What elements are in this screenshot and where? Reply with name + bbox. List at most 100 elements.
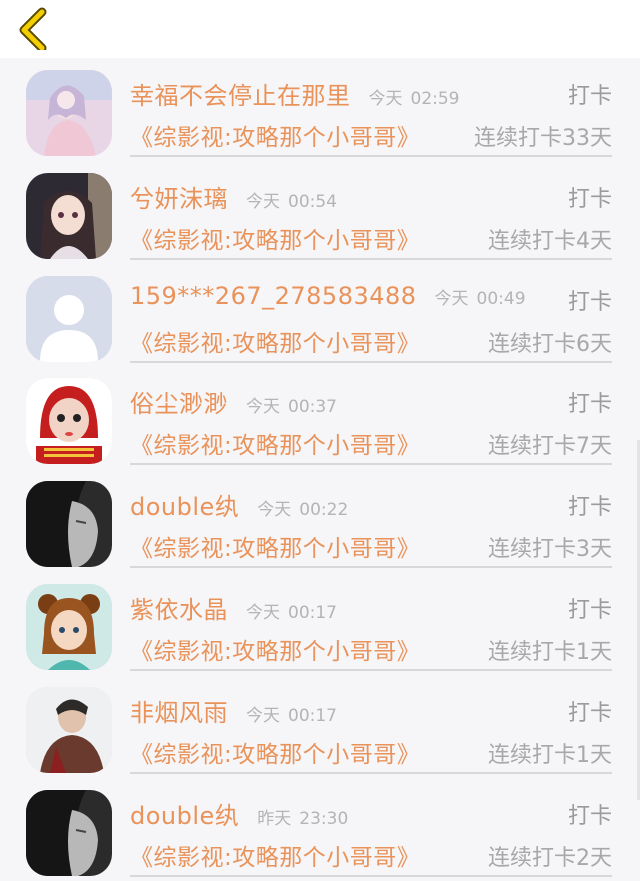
top-bar <box>0 0 640 58</box>
checkin-label: 打卡 <box>567 186 612 212</box>
name-line: 非烟风雨 今天 00:17 <box>130 693 337 729</box>
checkin-row[interactable]: double纨 昨天 23:30 打卡《综影视:攻略那个小哥哥》 连续打卡2天 <box>0 778 640 881</box>
timestamp: 今天 00:17 <box>246 701 337 726</box>
checkin-row[interactable]: 159***267_278583488 今天 00:49 打卡《综影视:攻略那个小哥哥… <box>0 264 640 367</box>
avatar[interactable] <box>26 378 112 465</box>
avatar-dark-portrait <box>26 789 112 876</box>
time-label: 00:22 <box>299 500 349 521</box>
avatar[interactable] <box>26 686 112 773</box>
streak-label: 连续打卡3天 <box>488 537 612 563</box>
time-label: 00:49 <box>476 288 526 309</box>
divider <box>130 771 612 774</box>
name-line: 紫依水晶 今天 00:17 <box>130 590 337 626</box>
user-name[interactable]: 俗尘渺渺 <box>130 384 228 419</box>
checkin-row[interactable]: 非烟风雨 今天 00:17 打卡《综影视:攻略那个小哥哥》 连续打卡1天 <box>0 675 640 778</box>
avatar[interactable] <box>26 789 112 876</box>
avatar[interactable] <box>26 481 112 568</box>
time-label: 00:37 <box>288 397 337 418</box>
avatar-girl-pink-dress <box>26 70 112 156</box>
day-label: 今天 <box>368 89 403 109</box>
checkin-label: 打卡 <box>567 700 612 726</box>
back-button[interactable] <box>14 6 54 53</box>
book-title-link[interactable]: 《综影视:攻略那个小哥哥》 <box>130 735 420 769</box>
divider <box>130 566 612 569</box>
name-line: 俗尘渺渺 今天 00:37 <box>130 384 337 420</box>
checkin-row[interactable]: 紫依水晶 今天 00:17 打卡《综影视:攻略那个小哥哥》 连续打卡1天 <box>0 572 640 675</box>
day-label: 今天 <box>246 397 280 418</box>
divider <box>130 155 612 157</box>
streak-label: 连续打卡6天 <box>488 331 612 357</box>
timestamp: 今天 00:49 <box>435 284 526 309</box>
user-name[interactable]: double纨 <box>130 796 239 831</box>
book-title-link[interactable]: 《综影视:攻略那个小哥哥》 <box>130 118 420 152</box>
streak-label: 连续打卡7天 <box>488 434 612 460</box>
checkin-label: 打卡 <box>567 495 612 521</box>
day-label: 今天 <box>434 288 469 309</box>
timestamp: 今天 00:17 <box>246 598 337 623</box>
avatar-man-jacket <box>26 686 112 773</box>
book-title-link[interactable]: 《综影视:攻略那个小哥哥》 <box>130 529 420 563</box>
time-label: 00:54 <box>288 191 337 212</box>
time-label: 00:17 <box>288 602 337 623</box>
default-user-icon <box>26 275 112 362</box>
name-line: double纨 今天 00:22 <box>130 487 348 523</box>
checkin-label: 打卡 <box>567 597 612 623</box>
book-title-link[interactable]: 《综影视:攻略那个小哥哥》 <box>130 838 420 872</box>
checkin-label: 打卡 <box>567 84 612 109</box>
timestamp: 今天 00:54 <box>246 187 337 212</box>
name-line: 兮妍沫璃 今天 00:54 <box>130 179 337 215</box>
timestamp: 昨天 23:30 <box>257 804 348 829</box>
user-name[interactable]: 紫依水晶 <box>130 590 228 625</box>
time-label: 23:30 <box>299 808 349 829</box>
day-label: 昨天 <box>257 808 292 829</box>
timestamp: 今天 02:59 <box>369 84 460 109</box>
avatar-anime-girl <box>26 172 112 259</box>
book-title-link[interactable]: 《综影视:攻略那个小哥哥》 <box>130 632 420 666</box>
user-name[interactable]: 幸福不会停止在那里 <box>130 76 351 111</box>
divider <box>130 874 612 877</box>
timestamp: 今天 00:22 <box>257 495 348 520</box>
user-name[interactable]: 兮妍沫璃 <box>130 179 228 214</box>
avatar[interactable] <box>26 172 112 259</box>
user-name[interactable]: double纨 <box>130 487 239 522</box>
name-line: double纨 昨天 23:30 <box>130 796 348 832</box>
checkin-list: 幸福不会停止在那里 今天 02:59 打卡 《综影视:攻略那个小哥哥》 连续打卡33天 兮妍… <box>0 58 640 880</box>
avatar-red-hood-girl <box>26 378 112 465</box>
checkin-label: 打卡 <box>567 289 612 315</box>
divider <box>130 360 612 363</box>
book-title-link[interactable]: 《综影视:攻略那个小哥哥》 <box>130 221 420 255</box>
checkin-row[interactable]: 幸福不会停止在那里 今天 02:59 打卡《综影视:攻略那个小哥哥》 连续打卡33天 <box>0 58 640 161</box>
checkin-row[interactable]: 俗尘渺渺 今天 00:37 打卡《综影视:攻略那个小哥哥》 连续打卡7天 <box>0 366 640 469</box>
timestamp: 今天 00:37 <box>246 392 337 417</box>
book-title-link[interactable]: 《综影视:攻略那个小哥哥》 <box>130 324 420 358</box>
time-label: 02:59 <box>410 89 460 109</box>
chevron-left-icon <box>19 7 47 53</box>
streak-label: 连续打卡2天 <box>488 845 612 871</box>
day-label: 今天 <box>246 191 280 212</box>
day-label: 今天 <box>246 602 280 623</box>
streak-label: 连续打卡1天 <box>488 742 612 768</box>
user-name[interactable]: 非烟风雨 <box>130 693 228 728</box>
name-line: 幸福不会停止在那里 今天 02:59 <box>130 76 460 112</box>
streak-label: 连续打卡1天 <box>488 639 612 665</box>
avatar[interactable] <box>26 70 112 156</box>
name-line: 159***267_278583488 今天 00:49 <box>130 282 526 318</box>
day-label: 今天 <box>246 705 280 726</box>
streak-label: 连续打卡4天 <box>488 228 612 254</box>
avatar[interactable] <box>26 583 112 670</box>
divider <box>130 668 612 671</box>
divider <box>130 257 612 260</box>
checkin-label: 打卡 <box>567 803 612 829</box>
book-title-link[interactable]: 《综影视:攻略那个小哥哥》 <box>130 426 420 460</box>
avatar[interactable] <box>26 275 112 362</box>
checkin-row[interactable]: double纨 今天 00:22 打卡《综影视:攻略那个小哥哥》 连续打卡3天 <box>0 469 640 572</box>
divider <box>130 463 612 466</box>
checkin-row[interactable]: 兮妍沫璃 今天 00:54 打卡《综影视:攻略那个小哥哥》 连续打卡4天 <box>0 161 640 264</box>
avatar-dark-portrait <box>26 481 112 568</box>
avatar-cartoon-girl <box>26 583 112 670</box>
time-label: 00:17 <box>288 705 337 726</box>
checkin-label: 打卡 <box>567 392 612 418</box>
streak-label: 连续打卡33天 <box>474 126 612 151</box>
day-label: 今天 <box>257 500 292 521</box>
user-name[interactable]: 159***267_278583488 <box>130 282 417 310</box>
